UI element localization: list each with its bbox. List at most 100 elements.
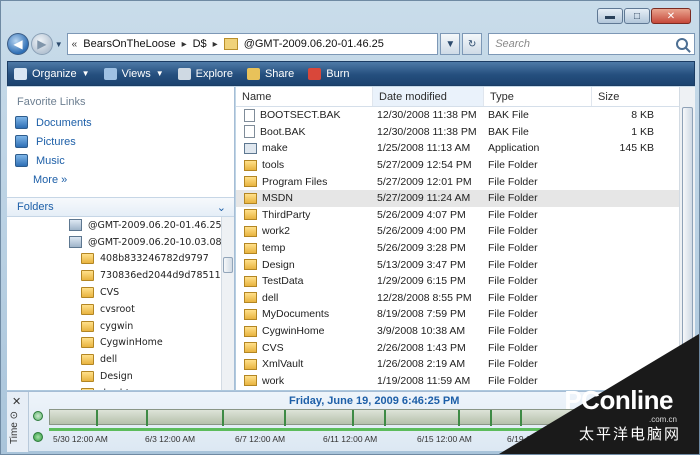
- tree-item[interactable]: Design: [7, 368, 234, 385]
- column-header-name[interactable]: Name: [236, 87, 373, 106]
- favorite-link-pictures[interactable]: Pictures: [7, 132, 234, 151]
- folder-icon: [81, 303, 94, 315]
- timeline-tick-label: 6/15 12:00 AM: [417, 434, 472, 444]
- forward-button[interactable]: ▶: [30, 33, 53, 55]
- snapshot-marker[interactable]: [352, 410, 354, 426]
- favorite-link-documents[interactable]: Documents: [7, 113, 234, 132]
- tree-item[interactable]: dev.bt: [7, 385, 234, 390]
- search-input[interactable]: Search: [488, 33, 695, 55]
- snapshot-marker[interactable]: [384, 410, 386, 426]
- file-type: File Folder: [488, 242, 538, 255]
- history-dropdown[interactable]: ▼: [53, 40, 65, 49]
- snapshot-marker[interactable]: [458, 410, 460, 426]
- file-date: 5/27/2009 12:01 PM: [377, 175, 472, 188]
- command-share-button[interactable]: Share: [246, 67, 294, 80]
- table-row[interactable]: TestData 1/29/2009 6:15 PM File Folder: [236, 273, 695, 290]
- file-name: Program Files: [262, 175, 328, 188]
- folders-header[interactable]: Folders ⌄: [7, 197, 234, 217]
- file-name: dell: [262, 291, 279, 304]
- folder-tree-scrollbar[interactable]: [221, 217, 234, 390]
- file-type: File Folder: [488, 175, 538, 188]
- tree-item[interactable]: 730836ed2044d9d78511ad3: [7, 267, 234, 284]
- table-row[interactable]: ThirdParty 5/26/2009 4:07 PM File Folder: [236, 207, 695, 224]
- file-date: 12/28/2008 8:55 PM: [377, 291, 472, 304]
- folder-icon: [244, 358, 257, 370]
- close-icon[interactable]: ✕: [12, 395, 21, 408]
- table-row[interactable]: tools 5/27/2009 12:54 PM File Folder: [236, 157, 695, 174]
- zoom-in-icon[interactable]: [33, 411, 43, 421]
- table-row[interactable]: Boot.BAK 12/30/2008 11:38 PM BAK File 1 KB: [236, 124, 695, 141]
- scrollbar-thumb[interactable]: [223, 257, 233, 273]
- tree-item[interactable]: CVS: [7, 284, 234, 301]
- file-name: ThirdParty: [262, 208, 311, 221]
- table-row[interactable]: MyDocuments 8/19/2008 7:59 PM File Folder: [236, 306, 695, 323]
- breadcrumb-item[interactable]: @GMT-2009.06.20-01.46.25: [244, 38, 384, 50]
- snapshot-marker[interactable]: [490, 410, 492, 426]
- tree-item[interactable]: cvsroot: [7, 301, 234, 318]
- table-row[interactable]: Design 5/13/2009 3:47 PM File Folder: [236, 256, 695, 273]
- table-row[interactable]: work2 5/26/2009 4:00 PM File Folder: [236, 223, 695, 240]
- scrollbar-thumb[interactable]: [682, 107, 693, 362]
- folder-icon: [244, 292, 257, 304]
- file-size: 1 KB: [631, 125, 654, 138]
- file-type: Application: [488, 142, 540, 155]
- watermark-brand: PConline: [564, 385, 673, 415]
- refresh-button[interactable]: ↻: [462, 33, 483, 55]
- close-button[interactable]: ✕: [651, 8, 691, 24]
- table-row[interactable]: make 1/25/2008 11:13 AM Application 145 KB: [236, 140, 695, 157]
- snapshot-marker[interactable]: [222, 410, 224, 426]
- address-bar[interactable]: « BearsOnTheLoose ▸ D$ ▸ @GMT-2009.06.20…: [66, 33, 439, 55]
- table-row[interactable]: temp 5/26/2009 3:28 PM File Folder: [236, 240, 695, 257]
- breadcrumb-item[interactable]: D$: [193, 38, 207, 50]
- more-links-button[interactable]: More »: [7, 170, 234, 189]
- file-date: 5/27/2009 11:24 AM: [377, 192, 471, 205]
- command-organize-button[interactable]: Organize ▼: [14, 67, 90, 80]
- favorite-link-music[interactable]: Music: [7, 151, 234, 170]
- command-burn-button[interactable]: Burn: [308, 67, 350, 80]
- snapshot-marker[interactable]: [146, 410, 148, 426]
- table-row[interactable]: MSDN 5/27/2009 11:24 AM File Folder: [236, 189, 695, 207]
- breadcrumb-separator-icon[interactable]: ▸: [182, 39, 187, 50]
- folder-icon: [244, 159, 257, 171]
- snapshot-marker[interactable]: [284, 410, 286, 426]
- table-row[interactable]: BOOTSECT.BAK 12/30/2008 11:38 PM BAK File 8…: [236, 107, 695, 124]
- tree-item[interactable]: 408b833246782d9797: [7, 251, 234, 268]
- back-arrow-icon: ◀: [13, 37, 23, 51]
- search-icon[interactable]: [676, 38, 688, 50]
- minimize-button[interactable]: ▬: [597, 8, 623, 24]
- tree-item[interactable]: cygwin: [7, 318, 234, 335]
- command-views-button[interactable]: Views ▼: [103, 67, 164, 80]
- snapshot-marker[interactable]: [96, 410, 98, 426]
- file-name: MyDocuments: [262, 308, 330, 321]
- zoom-out-icon[interactable]: [33, 432, 43, 442]
- file-name-cell: CygwinHome: [236, 325, 373, 337]
- tree-item[interactable]: dell: [7, 351, 234, 368]
- file-icon: [244, 125, 255, 139]
- tree-item[interactable]: CygwinHome: [7, 335, 234, 352]
- maximize-button[interactable]: □: [624, 8, 650, 24]
- breadcrumb-overflow-icon[interactable]: «: [72, 39, 78, 50]
- folder-icon: [81, 253, 94, 265]
- column-header-date-modified[interactable]: Date modified: [373, 87, 484, 106]
- column-header-size[interactable]: Size: [592, 87, 680, 106]
- folder-icon: [81, 387, 94, 390]
- file-date: 5/26/2009 3:28 PM: [377, 242, 466, 255]
- tree-item[interactable]: @GMT-2009.06.20-10.03.08: [7, 234, 234, 251]
- table-row[interactable]: dell 12/28/2008 8:55 PM File Folder: [236, 290, 695, 307]
- address-row: ◀ ▶ ▼ « BearsOnTheLoose ▸ D$ ▸ @GMT-2009…: [7, 31, 695, 57]
- column-header-type[interactable]: Type: [484, 87, 592, 106]
- breadcrumb-item[interactable]: BearsOnTheLoose: [83, 38, 175, 50]
- back-button[interactable]: ◀: [7, 33, 29, 55]
- breadcrumb-separator-icon[interactable]: ▸: [213, 39, 218, 50]
- address-dropdown[interactable]: ▼: [440, 33, 461, 55]
- table-row[interactable]: Program Files 5/27/2009 12:01 PM File Fold…: [236, 173, 695, 190]
- tree-item[interactable]: @GMT-2009.06.20-01.46.25: [7, 217, 234, 234]
- timeline-tick-label: 6/3 12:00 AM: [145, 434, 196, 444]
- file-name-cell: work2: [236, 225, 373, 237]
- documents-icon: [15, 116, 28, 129]
- forward-arrow-icon: ▶: [37, 37, 47, 51]
- file-name-cell: BOOTSECT.BAK: [236, 108, 373, 122]
- file-name-cell: MSDN: [236, 192, 373, 204]
- command-explore-button[interactable]: Explore: [177, 67, 233, 80]
- file-date: 1/25/2008 11:13 AM: [377, 142, 471, 155]
